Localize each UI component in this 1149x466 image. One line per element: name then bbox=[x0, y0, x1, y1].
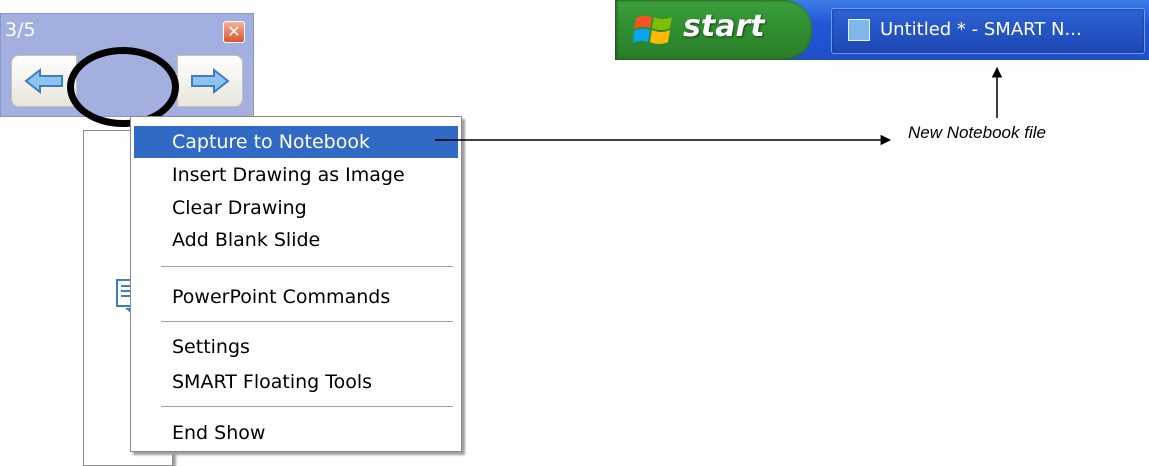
annotation-arrows bbox=[435, 66, 1003, 146]
annotation-label: New Notebook file bbox=[908, 123, 1046, 142]
